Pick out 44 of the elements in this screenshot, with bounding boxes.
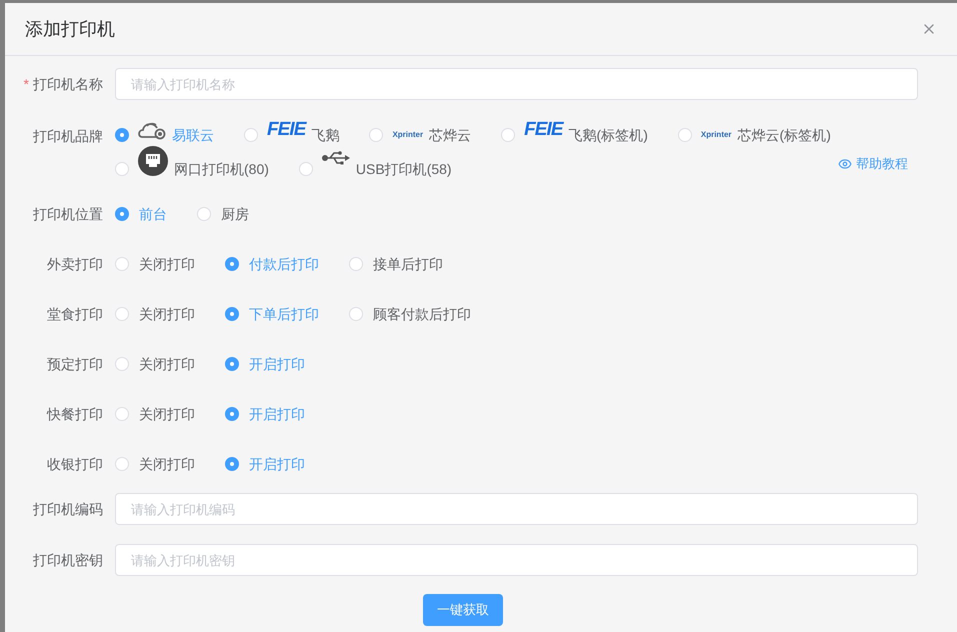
field-label: 打印机品牌 xyxy=(33,127,103,146)
radio-button[interactable] xyxy=(225,357,239,371)
radio-button[interactable] xyxy=(115,128,129,142)
brand-logo: Xprinter xyxy=(392,131,424,139)
field-label: 预定打印 xyxy=(47,354,103,374)
radio-label[interactable]: 接单后打印 xyxy=(373,254,443,274)
usb-icon xyxy=(322,150,350,166)
radio-label[interactable]: 关闭打印 xyxy=(139,304,195,324)
radio-label[interactable]: 厨房 xyxy=(221,204,249,224)
input-field[interactable]: 请输入打印机名称 xyxy=(115,68,918,100)
field-label: 快餐打印 xyxy=(47,404,103,424)
field-label: 外卖打印 xyxy=(47,254,103,274)
radio-button[interactable] xyxy=(225,257,239,271)
radio-button[interactable] xyxy=(115,207,129,221)
brand-logo: Xprinter xyxy=(700,131,732,139)
radio-button[interactable] xyxy=(225,307,239,321)
radio-label[interactable]: 网口打印机(80) xyxy=(174,158,269,180)
brand-logo: FEIE xyxy=(524,120,563,139)
radio-label[interactable]: USB打印机(58) xyxy=(356,158,452,180)
eye-icon xyxy=(838,156,852,171)
field-label: 打印机名称 xyxy=(33,74,103,94)
dialog-title: 添加打印机 xyxy=(25,18,115,40)
field-label: 打印机密钥 xyxy=(33,550,103,570)
input-field[interactable]: 请输入打印机编码 xyxy=(115,493,918,525)
ethernet-port-icon xyxy=(138,146,168,176)
input-field[interactable]: 请输入打印机密钥 xyxy=(115,544,918,576)
radio-label[interactable]: 顾客付款后打印 xyxy=(373,304,471,324)
radio-label[interactable]: 关闭打印 xyxy=(139,404,195,424)
brand-logo: FEIE xyxy=(267,120,306,139)
field-label: 打印机位置 xyxy=(33,204,103,224)
radio-button[interactable] xyxy=(225,407,239,421)
field-label: 堂食打印 xyxy=(47,304,103,324)
field-label: 打印机编码 xyxy=(33,500,103,518)
radio-label[interactable]: 芯烨云 xyxy=(429,124,472,146)
radio-label[interactable]: 飞鹅 xyxy=(311,124,340,146)
radio-label[interactable]: 关闭打印 xyxy=(139,454,195,474)
radio-label[interactable]: 关闭打印 xyxy=(139,254,195,274)
radio-label[interactable]: 芯烨云(标签机) xyxy=(738,124,831,146)
cloud-camera-icon xyxy=(138,120,166,140)
radio-label[interactable]: 关闭打印 xyxy=(139,354,195,374)
field-label: 收银打印 xyxy=(47,454,103,474)
required-mark: * xyxy=(24,74,29,94)
radio-label[interactable]: 飞鹅(标签机) xyxy=(568,124,648,146)
radio-button[interactable] xyxy=(225,457,239,471)
